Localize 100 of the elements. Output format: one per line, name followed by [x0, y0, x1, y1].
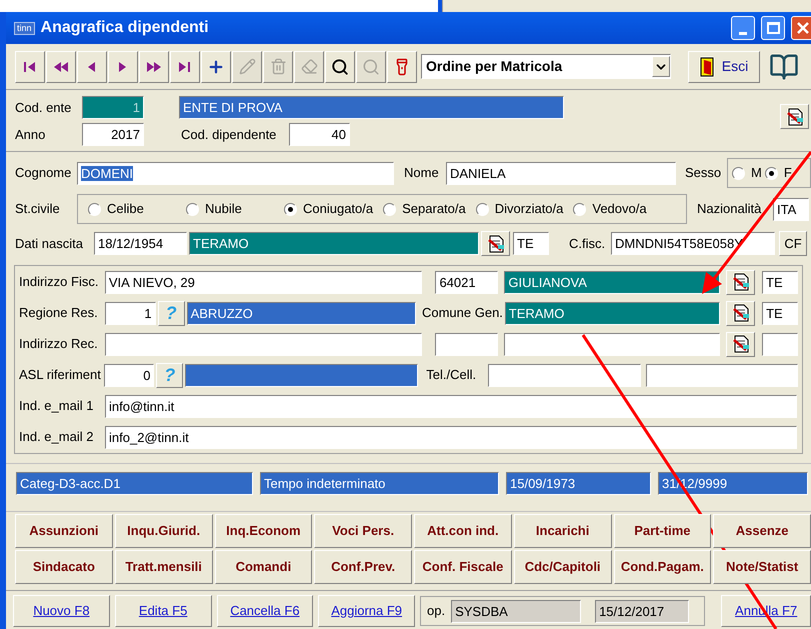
text-field[interactable]: 15/09/1973: [506, 472, 651, 495]
action-button[interactable]: Edita F5: [114, 595, 212, 627]
field-label: Nazionalità: [697, 200, 762, 218]
radio-button[interactable]: [186, 202, 199, 216]
text-field[interactable]: [504, 332, 720, 356]
document-icon[interactable]: [481, 231, 510, 256]
section-button[interactable]: Part-time: [614, 514, 712, 548]
radio-button[interactable]: [764, 166, 778, 180]
text-field[interactable]: 40: [289, 122, 350, 146]
text-field[interactable]: info@tinn.it: [105, 394, 797, 418]
text-field[interactable]: 64021: [435, 270, 498, 294]
toolbar-button[interactable]: [201, 50, 231, 82]
text-field[interactable]: 0: [104, 364, 154, 386]
text-field[interactable]: [646, 364, 798, 386]
field-label: op.: [427, 602, 446, 620]
section-button[interactable]: Inqu.Giurid.: [114, 514, 212, 548]
maximize-button[interactable]: [761, 16, 785, 40]
close-button[interactable]: [791, 16, 811, 40]
section-button[interactable]: Sindacato: [15, 550, 113, 584]
radio-label: M: [751, 164, 762, 182]
order-dropdown[interactable]: Ordine per Matricola: [421, 54, 671, 79]
text-field[interactable]: TE: [513, 232, 549, 255]
section-button[interactable]: Note/Statist: [713, 550, 811, 584]
radio-button[interactable]: [284, 202, 297, 216]
door-icon: [700, 56, 714, 76]
text-field[interactable]: [104, 332, 422, 356]
minimize-icon: [739, 32, 747, 35]
section-button[interactable]: Inq.Econom: [214, 514, 312, 548]
text-field[interactable]: 18/12/1954: [94, 232, 187, 255]
field-label: Cod. ente: [15, 99, 72, 117]
toolbar-button[interactable]: [139, 50, 169, 82]
radio-button[interactable]: [732, 166, 745, 180]
field-label: Indirizzo Fisc.: [19, 273, 100, 292]
text-field[interactable]: ENTE DI PROVA: [179, 96, 564, 120]
trash-icon: [270, 58, 286, 75]
document-icon[interactable]: [726, 332, 756, 356]
pencil-icon: [238, 58, 256, 75]
section-button[interactable]: Comandi: [214, 550, 312, 584]
exit-button[interactable]: Esci: [688, 50, 760, 82]
field-label: Ind. e_mail 1: [19, 397, 94, 416]
action-button[interactable]: Aggiorna F9: [318, 595, 415, 627]
text-field[interactable]: DOMENI: [77, 162, 394, 184]
radio-button[interactable]: [476, 202, 489, 216]
field-label: Sesso: [685, 164, 722, 182]
radio-button[interactable]: [573, 202, 586, 216]
text-field[interactable]: TERAMO: [189, 232, 479, 255]
document-icon[interactable]: [780, 104, 809, 129]
section-button[interactable]: Conf. Fiscale: [414, 550, 512, 584]
field-label: St.civile: [15, 200, 61, 218]
section-button[interactable]: Voci Pers.: [314, 514, 412, 548]
text-field[interactable]: GIULIANOVA: [504, 270, 720, 294]
minimize-button[interactable]: [731, 16, 755, 40]
radio-label: Separato/a: [402, 200, 466, 218]
radio-button[interactable]: [88, 202, 101, 216]
cf-button[interactable]: CF: [779, 231, 807, 256]
action-button[interactable]: Cancella F6: [216, 595, 314, 627]
field-label: C.fisc.: [569, 234, 606, 253]
toolbar-button[interactable]: [15, 50, 45, 82]
text-field[interactable]: DANIELA: [446, 162, 676, 184]
toolbar-button[interactable]: [108, 50, 138, 82]
text-field[interactable]: 1: [104, 302, 156, 324]
section-button[interactable]: Cond.Pagam.: [614, 550, 712, 584]
search-icon: [331, 58, 349, 76]
radio-button[interactable]: [383, 202, 396, 216]
section-button[interactable]: Assenze: [713, 514, 811, 548]
section-button[interactable]: Tratt.mensili: [114, 550, 212, 584]
toolbar-button[interactable]: [77, 50, 107, 82]
eraser-icon: [300, 58, 318, 75]
radio-label: Coniugato/a: [303, 200, 374, 218]
text-field[interactable]: 2017: [82, 122, 144, 146]
toolbar-button[interactable]: [46, 50, 76, 82]
text-field[interactable]: VIA NIEVO, 29: [104, 270, 422, 294]
document-icon[interactable]: [726, 300, 756, 326]
action-button[interactable]: Nuovo F8: [13, 595, 110, 627]
section-button[interactable]: Assunzioni: [15, 514, 113, 548]
text-field[interactable]: [435, 332, 498, 356]
text-field[interactable]: [185, 364, 418, 386]
field-label: Cod. dipendente: [181, 126, 278, 144]
section-button[interactable]: Att.con ind.: [414, 514, 512, 548]
text-field[interactable]: SYSDBA: [451, 600, 582, 622]
section-button[interactable]: Incarichi: [514, 514, 612, 548]
text-field[interactable]: Tempo indeterminato: [260, 472, 499, 495]
section-button[interactable]: Cdc/Capitoli: [514, 550, 612, 584]
toolbar-button[interactable]: [325, 50, 355, 82]
section-button[interactable]: Conf.Prev.: [314, 550, 412, 584]
text-field[interactable]: Categ-D3-acc.D1: [16, 472, 253, 495]
text-field[interactable]: [762, 332, 798, 356]
text-field[interactable]: ITA: [773, 198, 809, 220]
text-field[interactable]: [488, 364, 641, 386]
toolbar-button[interactable]: [170, 50, 200, 82]
field-label: Nome: [404, 164, 440, 182]
text-field[interactable]: TE: [762, 302, 798, 324]
text-field[interactable]: TERAMO: [504, 302, 720, 324]
field-label: Dati nascita: [15, 234, 84, 253]
text-field[interactable]: ABRUZZO: [186, 302, 416, 324]
field-label: Cognome: [15, 164, 72, 182]
text-field[interactable]: info_2@tinn.it: [105, 426, 797, 448]
document-icon[interactable]: [726, 270, 756, 294]
text-field[interactable]: 15/12/2017: [595, 600, 690, 622]
text-field[interactable]: TE: [762, 270, 798, 294]
